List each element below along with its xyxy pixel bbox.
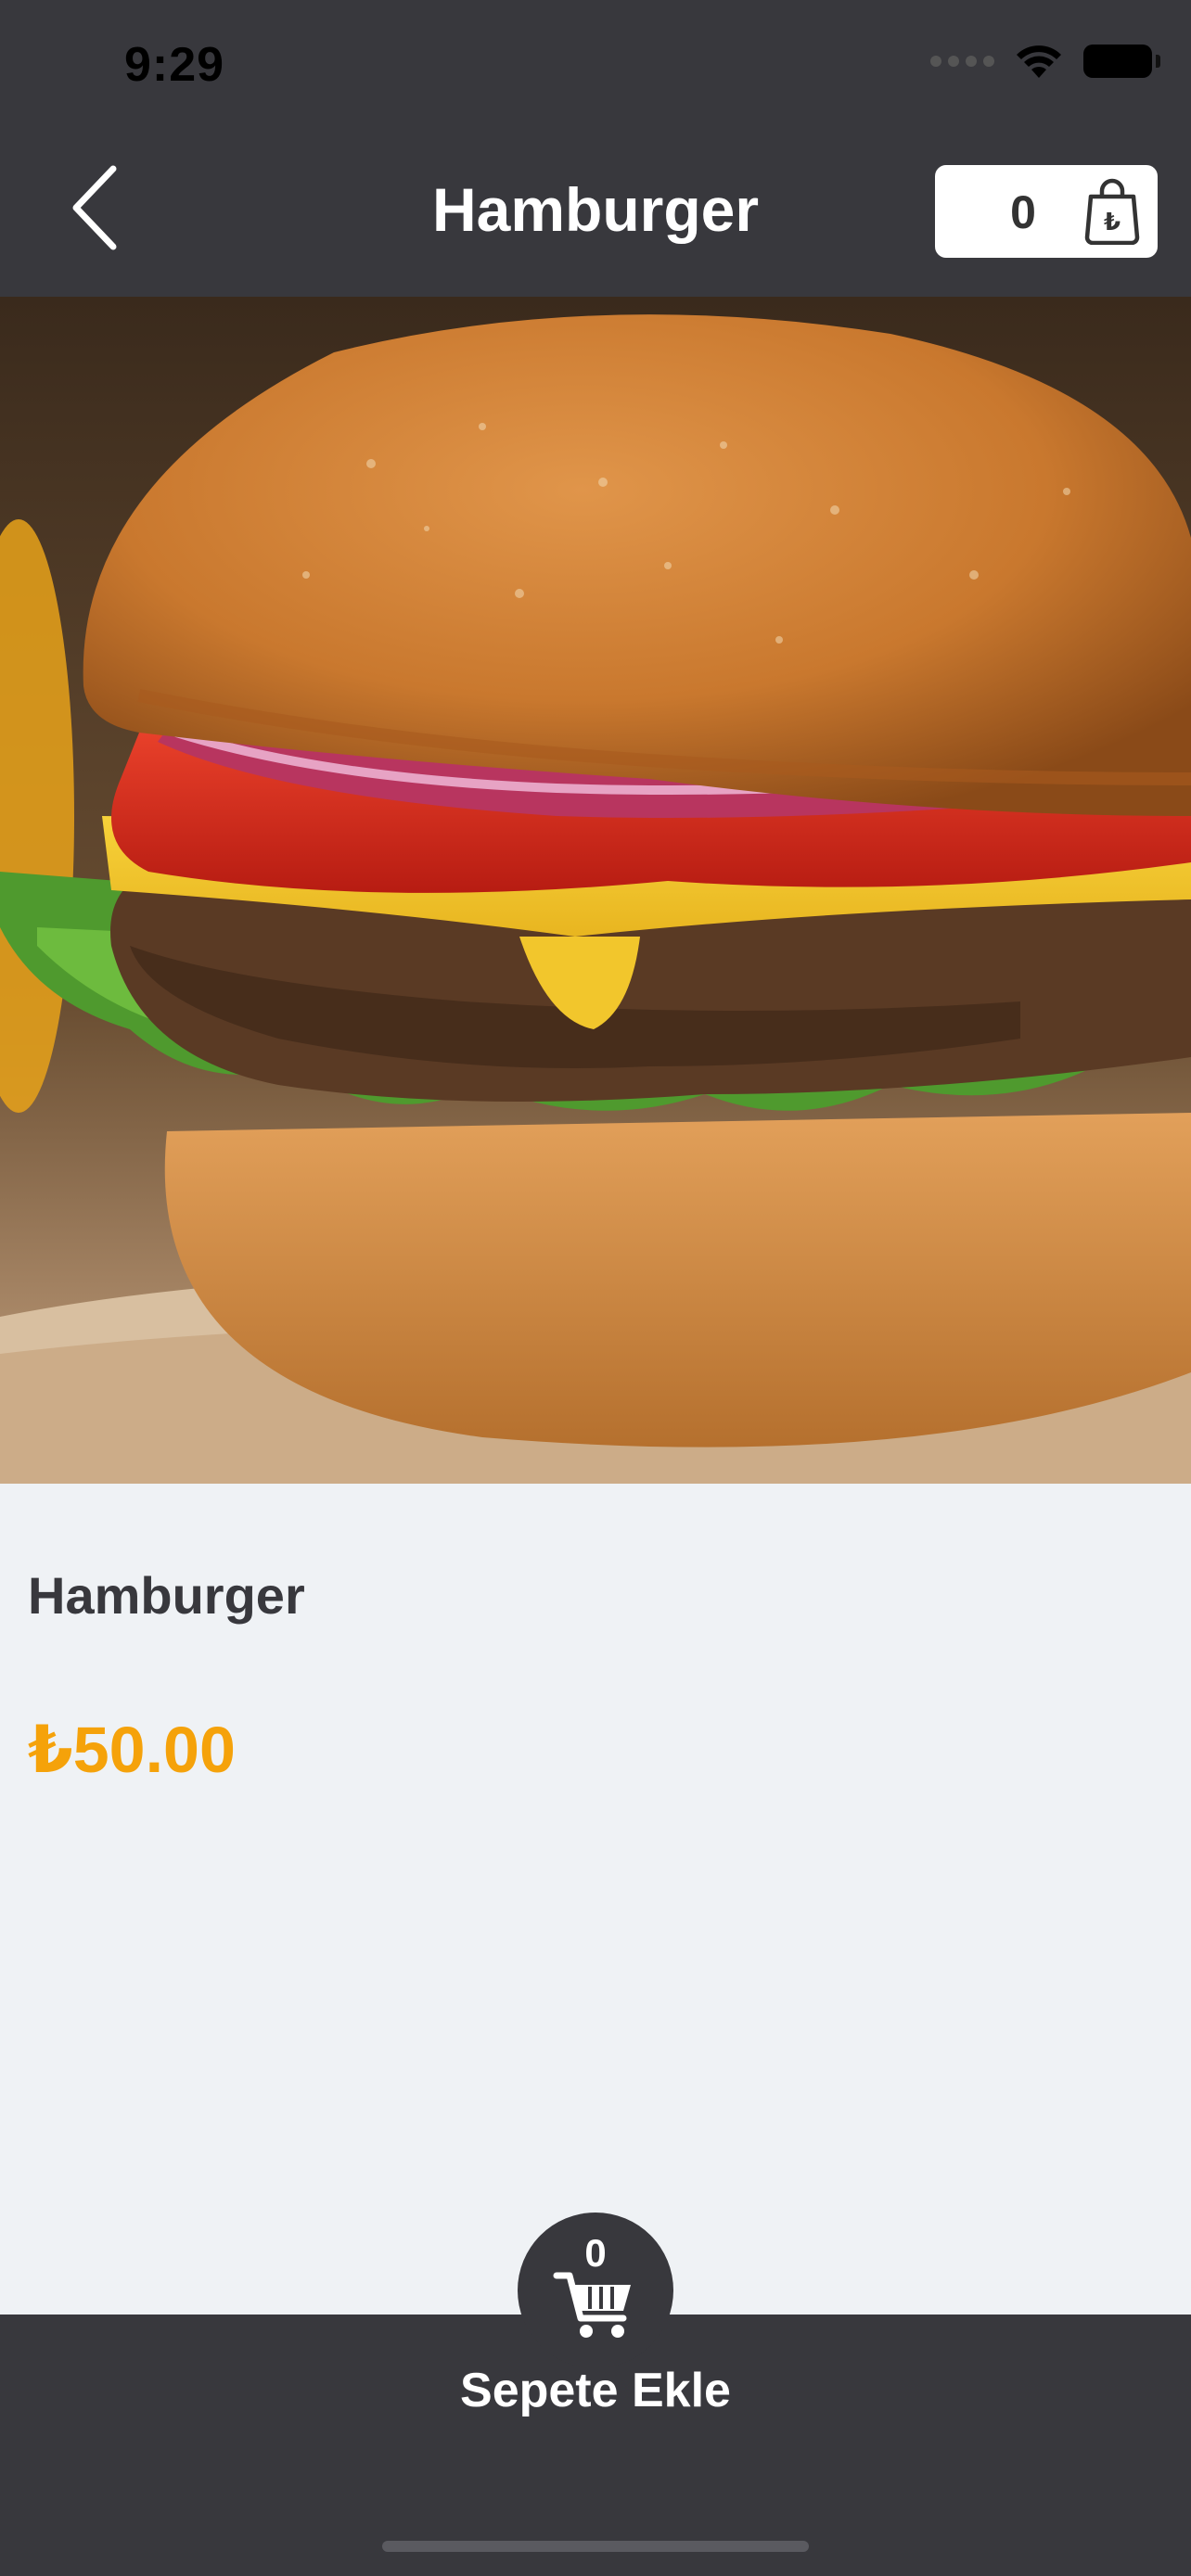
- cellular-signal-icon: [930, 56, 994, 67]
- product-name: Hamburger: [28, 1566, 305, 1625]
- shopping-bag-lira-icon: ₺: [1084, 178, 1140, 245]
- svg-text:₺: ₺: [1104, 209, 1121, 236]
- add-to-cart-icon-button[interactable]: 0: [518, 2213, 673, 2368]
- shopping-cart-icon: [553, 2272, 631, 2338]
- cart-count: 0: [1010, 186, 1036, 238]
- top-bar: 9:29 Hamburger 0 ₺: [0, 0, 1191, 297]
- wifi-icon: [1017, 45, 1061, 78]
- product-image: [0, 297, 1191, 1484]
- battery-icon: [1083, 45, 1160, 78]
- status-time: 9:29: [124, 38, 225, 92]
- add-to-cart-button[interactable]: Sepete Ekle: [0, 2363, 1191, 2418]
- status-icons: [930, 43, 1160, 80]
- hamburger-photo: [0, 297, 1191, 1484]
- home-indicator[interactable]: [382, 2541, 809, 2552]
- product-price: ₺50.00: [28, 1714, 236, 1786]
- cart-button[interactable]: 0 ₺: [935, 165, 1158, 258]
